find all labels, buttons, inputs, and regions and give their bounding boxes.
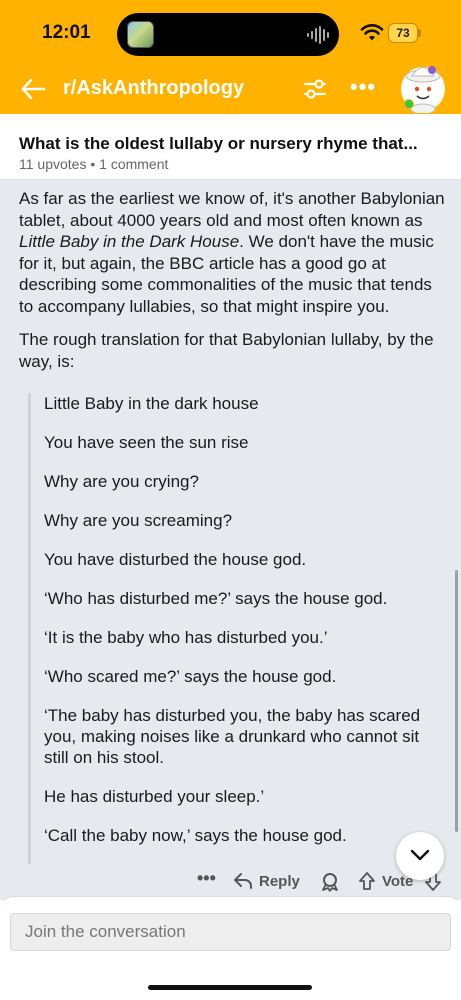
- now-playing-artwork-icon: [127, 21, 154, 48]
- subreddit-name[interactable]: r/AskAnthropology: [63, 77, 244, 100]
- back-arrow-icon[interactable]: [20, 76, 46, 102]
- quote-line: ‘It is the baby who has disturbed you.’: [44, 628, 328, 647]
- quote-line: Little Baby in the dark house: [44, 394, 259, 413]
- quote-line: ‘Who scared me?’ says the house god.: [44, 667, 337, 686]
- chevron-down-icon: [410, 849, 430, 861]
- lullaby-title: Little Baby in the Dark House: [19, 232, 240, 251]
- quote-line: ‘Call the baby now,’ says the house god.: [44, 826, 347, 845]
- quote-line: ‘Who has disturbed me?’ says the house g…: [44, 589, 388, 608]
- join-conversation-input[interactable]: [10, 913, 451, 951]
- online-status-dot: [404, 99, 414, 109]
- reply-button[interactable]: Reply: [233, 870, 300, 892]
- quote-line: ‘The baby has disturbed you, the baby ha…: [44, 706, 421, 767]
- battery-icon: 73: [388, 23, 418, 43]
- quote-line: He has disturbed your sleep.’: [44, 787, 265, 806]
- status-time: 12:01: [42, 22, 91, 43]
- comment-paragraph: The rough translation for that Babylonia…: [19, 330, 434, 371]
- audio-waveform-icon: [307, 25, 329, 44]
- upvote-arrow-icon: [359, 872, 375, 890]
- quote-line: You have disturbed the house god.: [44, 550, 307, 569]
- battery-tip: [418, 29, 421, 37]
- quote-line: Why are you crying?: [44, 472, 199, 491]
- award-icon[interactable]: [320, 872, 340, 892]
- status-bar: 12:01 73: [0, 0, 461, 64]
- home-indicator[interactable]: [148, 985, 312, 990]
- more-options-icon[interactable]: •••: [350, 76, 376, 98]
- dynamic-island[interactable]: [117, 13, 339, 56]
- comment-actions: ••• Reply Vote: [0, 868, 461, 898]
- quote-line: Why are you screaming?: [44, 511, 233, 530]
- comment-thread: As far as the earliest we know of, it's …: [0, 180, 461, 900]
- lullaby-quote: Little Baby in the dark house You have s…: [28, 393, 438, 864]
- quote-line: You have seen the sun rise: [44, 433, 249, 452]
- comment-more-icon[interactable]: •••: [197, 868, 216, 889]
- comment-paragraph: As far as the earliest we know of, it's …: [19, 188, 445, 317]
- nav-bar: r/AskAnthropology •••: [0, 64, 461, 114]
- reply-label: Reply: [259, 872, 300, 890]
- app-header: 12:01 73 r/AskAnthropology •••: [0, 0, 461, 114]
- sort-filter-icon[interactable]: [302, 76, 328, 102]
- comment-body: As far as the earliest we know of, it's …: [19, 188, 445, 384]
- scroll-to-next-button[interactable]: [396, 832, 444, 880]
- wifi-icon: [360, 24, 384, 41]
- post-title[interactable]: What is the oldest lullaby or nursery rh…: [19, 134, 418, 154]
- post-meta: 11 upvotes • 1 comment: [19, 156, 169, 172]
- reply-composer: [0, 896, 461, 1000]
- post-header[interactable]: What is the oldest lullaby or nursery rh…: [0, 114, 461, 180]
- reply-arrow-icon: [234, 873, 252, 889]
- scrollbar[interactable]: [455, 570, 458, 832]
- comment-text-part: As far as the earliest we know of, it's …: [19, 189, 445, 230]
